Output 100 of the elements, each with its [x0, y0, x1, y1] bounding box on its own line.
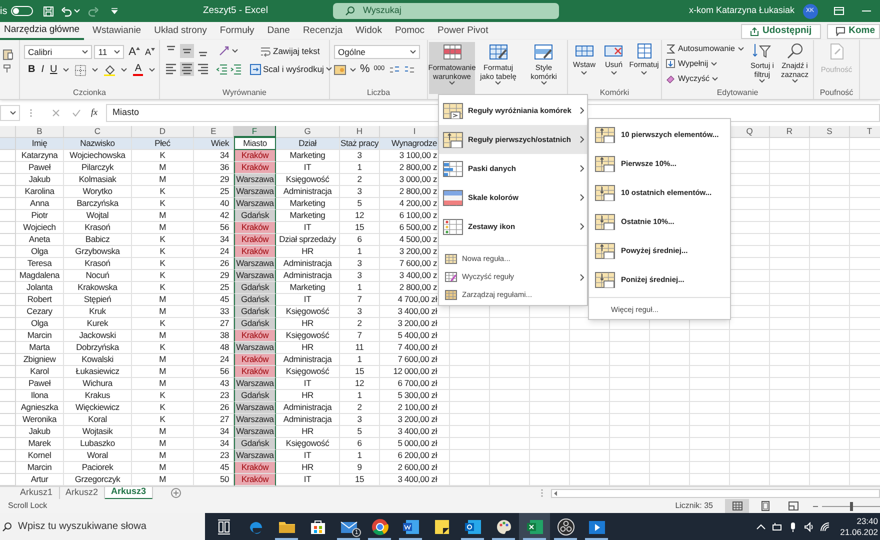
caret-icon	[326, 67, 332, 71]
splitter-icon[interactable]	[541, 489, 544, 497]
empty-cell	[490, 450, 530, 462]
empty-cell	[730, 366, 770, 378]
undo-icon[interactable]	[61, 6, 72, 16]
chevron-up-icon[interactable]	[756, 522, 766, 532]
table-brush-icon	[488, 44, 508, 60]
decrease-decimal-icon[interactable]	[404, 65, 415, 74]
empty-cell	[810, 366, 850, 378]
format-painter-icon[interactable]	[3, 64, 12, 73]
add-sheet-icon[interactable]	[171, 488, 182, 498]
search-field[interactable]: Wyszukaj	[333, 3, 559, 19]
column-header[interactable]: S	[810, 126, 850, 138]
increase-decimal-icon[interactable]	[388, 65, 400, 74]
borders-icon[interactable]	[75, 64, 86, 76]
underline-button[interactable]: U	[50, 65, 58, 75]
device-icon[interactable]	[772, 522, 782, 532]
column-header[interactable]: G	[276, 126, 340, 138]
align-right-icon[interactable]	[196, 62, 210, 76]
autosave-toggle[interactable]	[11, 6, 33, 16]
name-box[interactable]	[0, 105, 20, 121]
column-header[interactable]: T	[850, 126, 880, 138]
table-cell: Kolmasiak	[64, 174, 132, 186]
table-cell: 26	[194, 258, 234, 270]
empty-cell	[490, 318, 530, 330]
column-header[interactable]: Q	[730, 126, 770, 138]
table-cell: Więckiewicz	[64, 402, 132, 414]
font-color-button[interactable]: A	[133, 64, 144, 76]
orientation-icon[interactable]	[218, 45, 230, 57]
decrease-font-button[interactable]: A	[144, 48, 155, 56]
empty-cell	[650, 354, 690, 366]
column-header[interactable]: R	[770, 126, 810, 138]
column-header[interactable]: H	[340, 126, 380, 138]
ribbon-tab[interactable]: Pomoc	[390, 22, 429, 40]
ribbon-display-icon[interactable]	[834, 7, 844, 15]
column-header[interactable]: E	[194, 126, 234, 138]
wrap-text-button[interactable]: Zawijaj tekst	[260, 44, 320, 58]
ribbon-tab[interactable]: Wstawianie	[88, 22, 146, 40]
ribbon-tab[interactable]: Widok	[352, 22, 386, 40]
confirm-icon[interactable]	[72, 109, 81, 117]
merge-center-button[interactable]: Scal i wyśrodkuj	[250, 62, 332, 76]
wifi-icon[interactable]	[820, 522, 830, 532]
insert-function-button[interactable]: fx	[91, 106, 98, 120]
normal-view-button[interactable]	[725, 499, 749, 513]
ribbon-tab[interactable]: Układ strony	[150, 22, 211, 40]
align-center-icon[interactable]	[180, 62, 194, 76]
horizontal-scrollbar[interactable]	[551, 488, 880, 498]
font-name-dropdown[interactable]: Calibri	[24, 45, 92, 59]
ribbon-tab[interactable]: Dane	[263, 22, 294, 40]
sheet-tab[interactable]: Arkusz3	[105, 486, 154, 500]
column-header[interactable]: D	[132, 126, 194, 138]
number-format-dropdown[interactable]: Ogólne	[334, 45, 420, 59]
bold-button[interactable]: B	[28, 65, 36, 75]
table-cell: Weronika	[16, 414, 64, 426]
clock[interactable]: 23:40 21.06.202	[836, 516, 880, 538]
table-cell: 25	[194, 186, 234, 198]
column-header[interactable]: F	[234, 126, 276, 138]
table-cell: Marek	[16, 438, 64, 450]
table-format-icon	[634, 43, 654, 59]
group-label: Komórki	[600, 87, 630, 99]
currency-icon[interactable]	[334, 64, 346, 74]
zoom-thumb[interactable]	[850, 502, 852, 510]
speaker-icon[interactable]	[804, 522, 814, 532]
column-header[interactable]: C	[64, 126, 132, 138]
taskbar-search-field[interactable]: Wpisz tu wyszukiwane słowa	[0, 513, 205, 540]
caret-icon	[149, 68, 156, 72]
table-cell: Warszawa	[234, 402, 276, 414]
percent-button[interactable]: %	[360, 64, 370, 75]
minimize-icon[interactable]	[862, 10, 871, 12]
empty-cell	[650, 342, 690, 354]
ribbon-tab[interactable]: Recenzja	[298, 22, 347, 40]
customize-icon[interactable]	[111, 8, 118, 14]
middle-align-icon[interactable]	[180, 44, 194, 58]
shopping-bag-icon	[308, 518, 326, 536]
paste-icon[interactable]	[3, 48, 13, 60]
clear-button[interactable]: Wyczyść	[666, 73, 744, 85]
ribbon-tab[interactable]: Formuły	[216, 22, 258, 40]
mail-app-icon	[464, 518, 482, 536]
font-size-dropdown[interactable]: 11	[94, 45, 124, 59]
page-break-icon	[788, 501, 798, 511]
italic-button[interactable]: I	[41, 65, 44, 75]
table-cell: Administracja	[276, 258, 340, 270]
fill-bucket-icon[interactable]	[104, 64, 116, 76]
table-cell: 34	[194, 438, 234, 450]
redo-icon[interactable]	[88, 6, 99, 16]
table-cell: Paweł	[16, 378, 64, 390]
column-header[interactable]: B	[16, 126, 64, 138]
comments-button[interactable]: Kome	[826, 24, 880, 38]
autosum-button[interactable]: Autosumowanie	[666, 43, 744, 55]
cancel-icon[interactable]	[52, 109, 60, 117]
share-button[interactable]: Udostępnij	[740, 24, 821, 38]
align-left-icon[interactable]	[164, 62, 178, 76]
decrease-indent-icon[interactable]	[216, 63, 228, 75]
table-cell: 3 400,00 zł	[380, 426, 450, 438]
merge-cells-icon	[250, 64, 261, 74]
increase-font-button[interactable]: A	[128, 46, 140, 58]
fill-button[interactable]: Wypełnij	[666, 58, 744, 70]
ribbon-tab[interactable]: Power Pivot	[434, 22, 492, 40]
save-icon[interactable]	[43, 6, 54, 16]
increase-indent-icon[interactable]	[230, 63, 242, 75]
